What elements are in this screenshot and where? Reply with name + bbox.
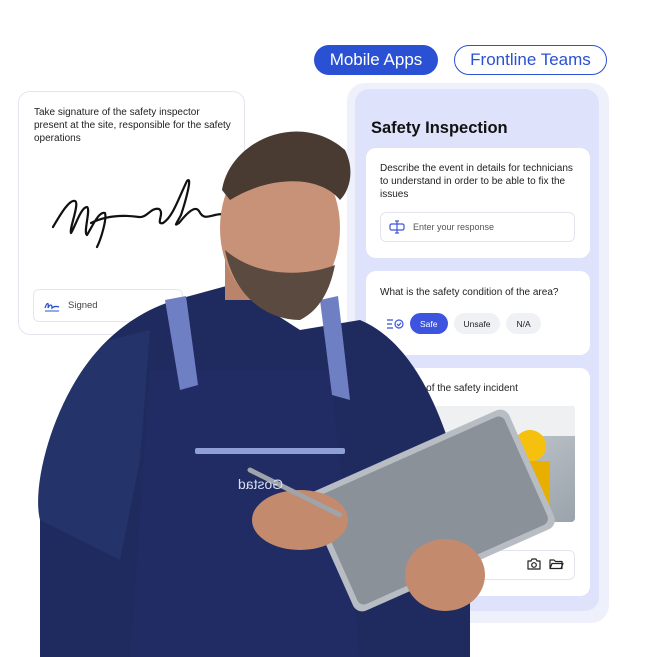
signature-drawing [51,179,235,249]
question-card-2: What is the safety condition of the area… [366,271,590,355]
signature-icon [44,302,60,311]
response-placeholder: Enter your response [413,222,495,232]
question-3-text: e pictures of the safety incident [380,383,518,394]
option-na[interactable]: N/A [506,313,541,334]
upload-field[interactable] [380,550,575,580]
signed-label: Signed [68,300,98,311]
safety-options: Safe Unsafe N/A [386,313,541,334]
frontline-teams-pill[interactable]: Frontline Teams [454,45,607,75]
camera-icon[interactable] [527,558,541,570]
signature-prompt: Take signature of the safety inspector p… [34,107,231,144]
question-card-3: e pictures of the safety incident ● ● ● [366,368,590,596]
apron-brand: Gostad [238,476,284,492]
carousel-dots: ● ● ● [471,534,500,543]
checklist-icon [387,318,404,329]
signed-field[interactable]: Signed [33,289,183,322]
question-2-text: What is the safety condition of the area… [380,287,559,298]
mobile-apps-pill[interactable]: Mobile Apps [314,45,438,75]
text-input-icon [389,220,405,234]
response-input[interactable]: Enter your response [380,212,575,242]
signature-card: Take signature of the safety inspector p… [18,91,245,335]
question-1-text: Describe the event in details for techni… [380,163,573,200]
folder-icon[interactable] [549,558,564,570]
option-safe[interactable]: Safe [410,313,448,334]
question-card-1: Describe the event in details for techni… [366,148,590,258]
option-unsafe[interactable]: Unsafe [453,313,501,334]
app-title: Safety Inspection [371,119,508,137]
incident-photo [380,406,575,522]
